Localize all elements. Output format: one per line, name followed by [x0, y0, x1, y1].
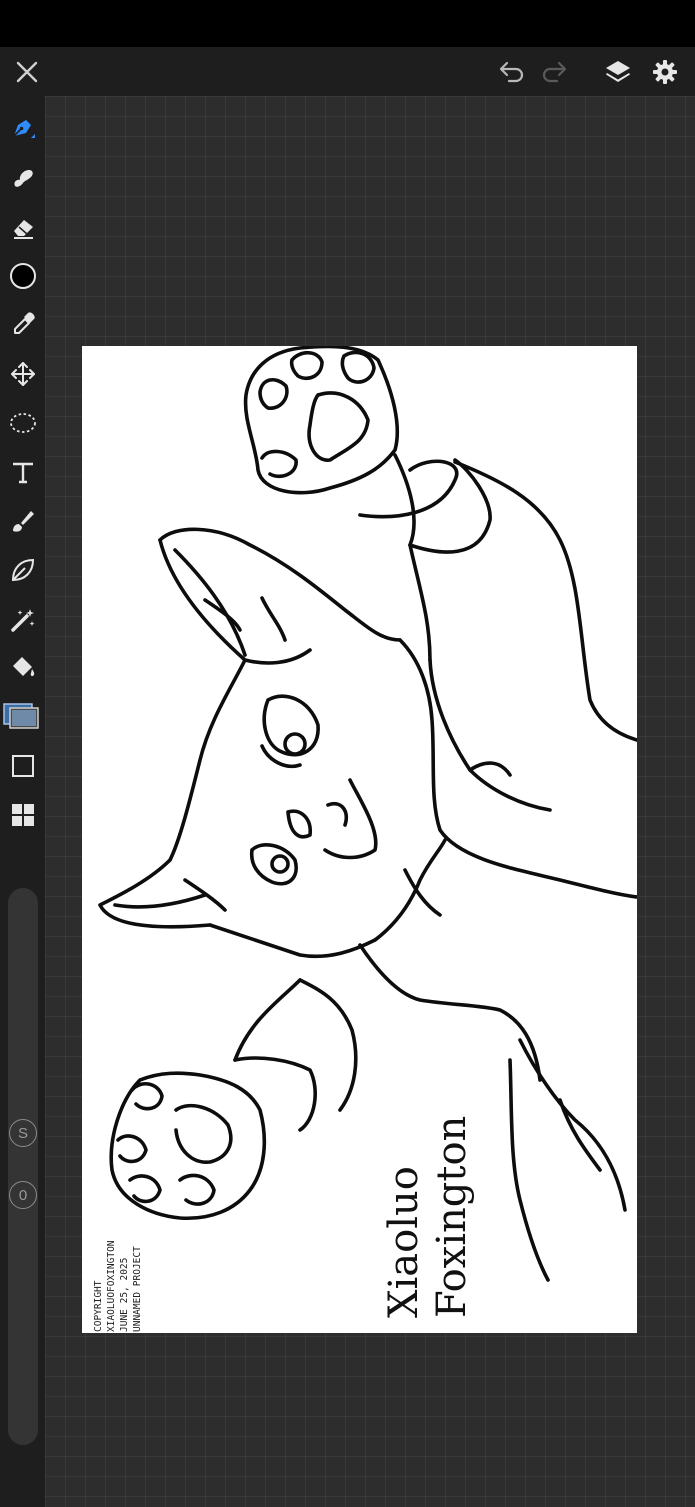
text-tool[interactable]: [0, 450, 45, 494]
signature-line: Foxington: [429, 1115, 475, 1318]
transform-tool[interactable]: [0, 352, 45, 396]
move-icon: [10, 362, 35, 386]
fox-lineart: [98, 346, 637, 1282]
top-toolbar: [0, 47, 695, 96]
layers-icon: [606, 60, 630, 82]
grid-icon: [11, 804, 34, 826]
settings-button[interactable]: [643, 47, 687, 96]
magic-wand-tool[interactable]: [0, 598, 45, 642]
lasso-tool[interactable]: [0, 401, 45, 445]
signature-line: Xiaoluo: [381, 1166, 427, 1318]
lasso-icon: [9, 413, 36, 433]
undo-button[interactable]: [490, 47, 534, 96]
drawing-canvas[interactable]: [82, 346, 637, 1333]
shape-tool[interactable]: [0, 744, 45, 788]
redo-button[interactable]: [532, 47, 576, 96]
layers-button[interactable]: [596, 47, 640, 96]
tool-sidebar: S 0: [0, 96, 45, 1507]
eraser-icon: [13, 220, 33, 239]
copyright-line: UNNAMED PROJECT: [132, 1246, 143, 1332]
eyedropper-icon: [13, 312, 35, 334]
brush-size-button[interactable]: S: [9, 1119, 37, 1147]
square-icon: [11, 755, 34, 777]
layers-thumbnail-icon: [2, 703, 39, 729]
vector-tool[interactable]: [0, 548, 45, 592]
brush-tool[interactable]: [0, 106, 45, 150]
brush-opacity-label: 0: [18, 1186, 28, 1204]
more-tools[interactable]: [0, 793, 45, 837]
text-icon: [12, 462, 33, 484]
layers-panel-tool[interactable]: [0, 694, 45, 738]
status-bar: [0, 0, 695, 47]
copyright-text: COPYRIGHT XIAOLUOFOXINGTON JUNE 25, 2025…: [92, 1240, 144, 1332]
eraser-tool[interactable]: [0, 206, 45, 250]
magic-wand-icon: [10, 609, 34, 632]
brush-size-label: S: [17, 1124, 28, 1142]
undo-icon: [499, 61, 524, 82]
leaf-icon: [11, 558, 34, 582]
gear-icon: [653, 59, 677, 84]
eyedropper-tool[interactable]: [0, 302, 45, 346]
brush-slider-track[interactable]: [8, 888, 38, 1445]
color-swatch[interactable]: [0, 254, 45, 298]
smudge-icon: [13, 170, 33, 187]
signature-text: Xiaoluo Foxington: [380, 1116, 476, 1318]
pen-icon: [12, 120, 35, 138]
copyright-line: XIAOLUOFOXINGTON: [106, 1240, 117, 1332]
close-button[interactable]: [5, 47, 49, 96]
redo-icon: [542, 61, 567, 82]
fill-tool[interactable]: [0, 646, 45, 690]
smudge-tool[interactable]: [0, 156, 45, 200]
copyright-line: COPYRIGHT: [93, 1280, 104, 1332]
color-circle: [9, 263, 36, 289]
brush-opacity-button[interactable]: 0: [9, 1181, 37, 1209]
copyright-line: JUNE 25, 2025: [119, 1257, 130, 1332]
airbrush-tool[interactable]: [0, 499, 45, 543]
close-icon: [16, 61, 38, 82]
paint-bucket-icon: [12, 657, 34, 677]
airbrush-icon: [12, 511, 34, 532]
